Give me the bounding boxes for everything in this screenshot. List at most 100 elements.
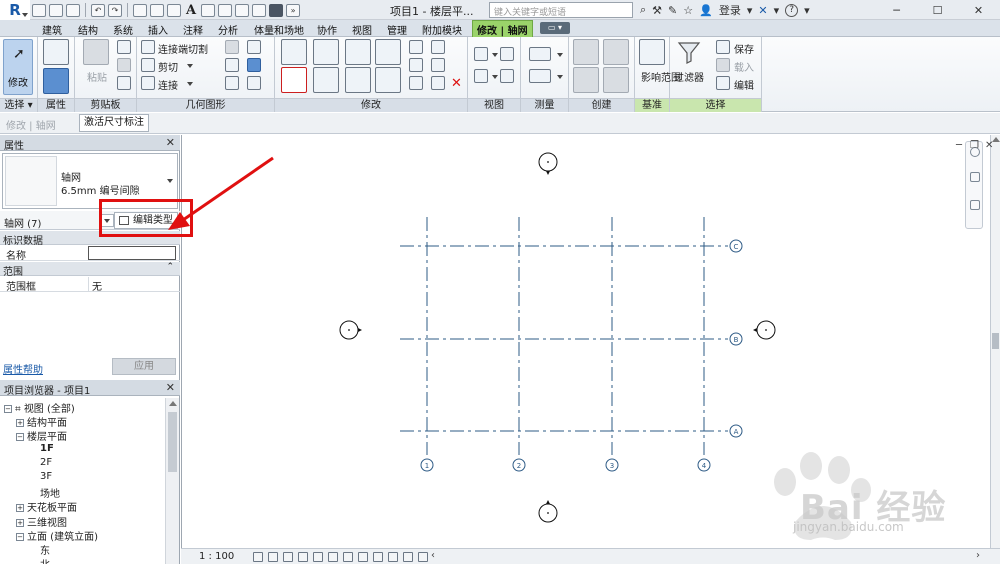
activate-dimensions-button[interactable]: 激活尺寸标注 — [79, 114, 149, 132]
grid-label[interactable]: 4 — [702, 462, 707, 470]
load-selection-icon[interactable] — [716, 58, 730, 72]
collapse-icon[interactable]: − — [16, 532, 24, 541]
save-selection-label[interactable]: 保存 — [734, 41, 754, 56]
grid-label[interactable]: 3 — [610, 462, 614, 470]
elevation-marker-arrow[interactable] — [546, 500, 550, 504]
tab-modify-grids[interactable]: 修改 | 轴网 — [472, 20, 533, 37]
expand-icon[interactable]: + — [16, 419, 24, 428]
copy-element-icon[interactable] — [313, 67, 339, 93]
chevron-down-icon[interactable] — [492, 75, 498, 79]
elevation-marker-center[interactable] — [547, 512, 549, 514]
chevron-left-icon[interactable]: ‹ — [431, 550, 435, 561]
chevron-down-icon[interactable]: ▾ — [747, 4, 753, 17]
edit-selection-icon[interactable] — [716, 76, 730, 90]
grid-label[interactable]: 1 — [425, 462, 429, 470]
tab-massing-site[interactable]: 体量和场地 — [254, 22, 304, 37]
constraints-icon[interactable] — [418, 552, 428, 562]
analytical-model-icon[interactable] — [388, 552, 398, 562]
close-button[interactable]: ✕ — [958, 0, 999, 20]
name-field[interactable] — [88, 246, 176, 260]
browser-node[interactable]: + 结构平面 — [16, 414, 67, 429]
browser-scrollbar[interactable] — [165, 398, 179, 564]
tab-view[interactable]: 视图 — [352, 22, 372, 37]
chevron-down-icon[interactable] — [167, 179, 173, 183]
lock-view-icon[interactable] — [373, 552, 383, 562]
maximize-button[interactable]: ☐ — [917, 0, 958, 20]
match-properties-icon[interactable] — [117, 76, 131, 90]
close-hidden-windows-icon[interactable] — [252, 3, 267, 17]
view-minimize-button[interactable]: ─ — [956, 140, 962, 151]
chevron-down-icon[interactable] — [187, 64, 193, 68]
cut-geometry-icon[interactable] — [141, 58, 155, 72]
panel-label-select[interactable]: 选择 ▾ — [0, 98, 37, 112]
split-gap-icon[interactable] — [431, 40, 445, 54]
tab-analyze[interactable]: 分析 — [218, 22, 238, 37]
cut-icon[interactable] — [117, 40, 131, 54]
pick-icon[interactable] — [247, 76, 261, 90]
hide-in-view-icon[interactable] — [474, 47, 488, 61]
scroll-thumb[interactable] — [992, 333, 999, 349]
chevron-down-icon[interactable] — [557, 53, 563, 57]
expand-icon[interactable]: + — [16, 504, 24, 513]
chevron-down-icon[interactable] — [557, 75, 563, 79]
thin-lines-icon[interactable] — [235, 3, 250, 17]
scroll-up-icon[interactable] — [169, 401, 177, 406]
browser-node[interactable]: − ⌗ 视图 (全部) — [4, 400, 75, 415]
properties-icon[interactable] — [43, 39, 69, 65]
print-icon[interactable] — [133, 3, 147, 17]
collapse-icon[interactable]: − — [4, 405, 12, 413]
create-assembly-icon[interactable] — [573, 39, 599, 65]
minimize-button[interactable]: ─ — [876, 0, 917, 20]
sync-icon[interactable] — [66, 3, 80, 17]
scale-icon[interactable] — [409, 76, 423, 90]
paint-view-icon[interactable] — [500, 69, 514, 83]
browser-node[interactable]: 东 — [40, 542, 50, 557]
application-menu-button[interactable]: R — [0, 0, 30, 20]
canvas-scrollbar[interactable] — [990, 135, 1000, 548]
help-button[interactable]: ? — [785, 3, 799, 17]
browser-node[interactable]: 1F — [40, 443, 54, 454]
copy-icon[interactable] — [117, 58, 131, 72]
pin-icon[interactable] — [431, 58, 445, 72]
undo-icon[interactable]: ↶ — [91, 3, 105, 17]
binoculars-icon[interactable]: ⌕ — [640, 3, 646, 17]
linework-icon[interactable] — [500, 47, 514, 61]
override-graphics-icon[interactable] — [474, 69, 488, 83]
chevron-right-icon[interactable]: › — [976, 550, 980, 561]
crop-view-icon[interactable] — [313, 552, 323, 562]
modify-button[interactable]: ➚ 修改 — [3, 39, 33, 95]
paint-icon[interactable] — [247, 58, 261, 72]
create-similar-icon[interactable] — [603, 67, 629, 93]
edit-selection-label[interactable]: 编辑 — [734, 77, 754, 92]
chevron-down-icon[interactable]: ▾ — [774, 4, 780, 17]
sun-path-icon[interactable] — [283, 552, 293, 562]
user-icon[interactable]: 👤 — [699, 4, 713, 17]
reveal-hidden-icon[interactable] — [358, 552, 368, 562]
save-icon[interactable] — [49, 3, 63, 17]
browser-node[interactable]: 3F — [40, 471, 52, 482]
view-scale[interactable]: 1 : 100 — [199, 551, 234, 562]
create-parts-icon[interactable] — [603, 39, 629, 65]
chevron-down-icon[interactable]: ▾ — [804, 4, 810, 17]
section-icon[interactable] — [218, 3, 233, 17]
view-close-button[interactable]: ✕ — [985, 140, 993, 151]
scope-box-value[interactable]: 无 — [88, 277, 176, 293]
communication-icon[interactable]: ✎ — [668, 4, 677, 17]
create-group-icon[interactable] — [573, 67, 599, 93]
subscription-icon[interactable]: ⚒ — [652, 4, 662, 17]
mirror-draw-axis-icon[interactable] — [375, 39, 401, 65]
demolish-icon[interactable] — [225, 76, 239, 90]
rotate-icon[interactable] — [345, 67, 371, 93]
delete-icon[interactable]: ✕ — [451, 76, 462, 91]
close-icon[interactable]: ✕ — [166, 136, 175, 149]
tab-collaborate[interactable]: 协作 — [317, 22, 337, 37]
expand-icon[interactable]: + — [16, 518, 24, 527]
section-extents[interactable]: 范围 ⌃ — [0, 262, 180, 278]
align-icon[interactable] — [281, 39, 307, 65]
tab-insert[interactable]: 插入 — [148, 22, 168, 37]
join-geometry-icon[interactable] — [141, 76, 155, 90]
tab-manage[interactable]: 管理 — [387, 22, 407, 37]
cope-icon[interactable] — [225, 40, 239, 54]
elevation-marker-arrow[interactable] — [358, 328, 362, 332]
login-link[interactable]: 登录 — [719, 2, 741, 18]
